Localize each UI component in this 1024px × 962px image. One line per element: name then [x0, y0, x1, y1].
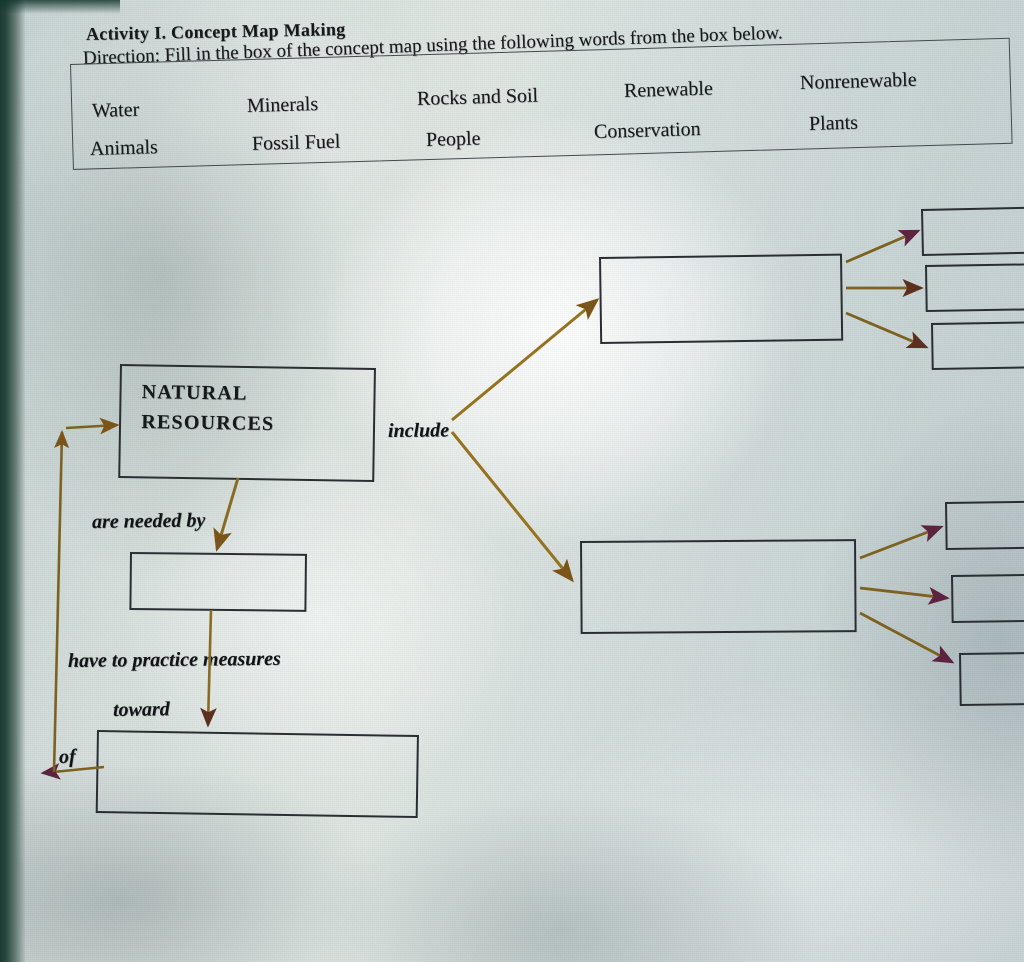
concept-box-blank-upper-branch-2[interactable] [925, 262, 1024, 312]
page-left-edge [0, 0, 26, 962]
concept-box-blank-upper-branch-1[interactable] [921, 205, 1024, 256]
concept-box-blank-include-lower[interactable] [580, 539, 857, 634]
connector-label-toward: toward [112, 698, 170, 721]
connector-label-are-needed-by: are needed by [91, 509, 206, 533]
natural-resources-line2: RESOURCES [141, 410, 275, 436]
concept-box-blank-lower-branch-2[interactable] [951, 573, 1024, 623]
word-bank-item-animals: Animals [89, 136, 159, 160]
page-top-edge [0, 0, 120, 14]
word-bank-item-fossil-fuel: Fossil Fuel [251, 130, 341, 155]
connector-label-include: include [387, 419, 450, 442]
concept-box-natural-resources-label: NATURAL RESOURCES [141, 377, 275, 439]
word-bank-item-minerals: Minerals [246, 93, 319, 117]
word-bank-item-people: People [425, 127, 481, 151]
concept-box-blank-lower-branch-1[interactable] [945, 500, 1024, 550]
concept-box-blank-lower-branch-3[interactable] [959, 651, 1024, 706]
connector-label-of: of [58, 745, 76, 768]
concept-box-blank-include-upper[interactable] [599, 253, 844, 344]
natural-resources-line1: NATURAL [141, 380, 248, 405]
word-bank-item-plants: Plants [808, 111, 859, 135]
connector-label-have-to-practice-measures: have to practice measures [67, 647, 281, 672]
word-bank-item-rocks-and-soil: Rocks and Soil [416, 84, 539, 110]
concept-box-blank-upper-branch-3[interactable] [931, 320, 1024, 370]
worksheet-photo: Activity I. Concept Map Making Direction… [0, 0, 1024, 962]
word-bank-item-renewable: Renewable [623, 77, 714, 102]
word-bank-item-conservation: Conservation [593, 118, 701, 143]
word-bank-item-nonrenewable: Nonrenewable [799, 68, 917, 94]
concept-box-blank-needed-by[interactable] [129, 552, 307, 612]
word-bank-item-water: Water [91, 98, 140, 122]
concept-box-blank-toward[interactable] [95, 730, 419, 819]
